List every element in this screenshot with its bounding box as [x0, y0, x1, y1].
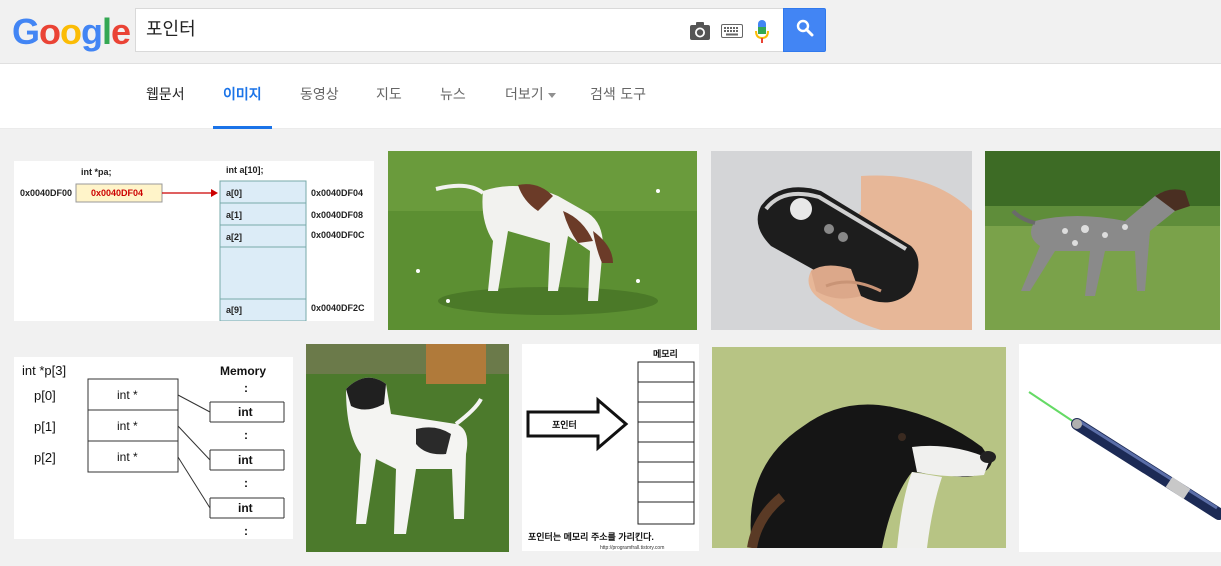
logo-letter: o [60, 11, 82, 52]
source-url: http://programfrall.tistory.com [600, 545, 664, 551]
row-label: p[1] [34, 419, 56, 434]
pa-value: 0x0040DF04 [91, 188, 143, 198]
array-cell: int * [117, 388, 138, 402]
mem-cell: int [238, 453, 253, 467]
search-tabs: 웹문서 이미지 동영상 지도 뉴스 더보기 검색 도구 [0, 64, 1221, 129]
tab-more-label: 더보기 [505, 87, 544, 103]
mem-cell: int [238, 501, 253, 515]
pa-address: 0x0040DF00 [20, 188, 72, 198]
dots: : [244, 428, 248, 442]
array-cell: a[0] [226, 188, 242, 198]
pointer-arrowhead [211, 189, 218, 197]
image-result-puppy[interactable] [306, 344, 509, 552]
array-address: 0x0040DF04 [311, 188, 363, 198]
array-cell: a[2] [226, 232, 242, 242]
image-result-presenter-remote[interactable] [711, 151, 972, 330]
tab-videos[interactable]: 동영상 [290, 64, 349, 129]
image-result-dog-head[interactable] [712, 347, 1006, 548]
header: Google 포인터 [0, 0, 1221, 64]
row-label: p[2] [34, 450, 56, 465]
search-button[interactable] [783, 8, 826, 52]
image-result-spotted-dog[interactable] [985, 151, 1220, 330]
memory-label: Memory [220, 364, 266, 378]
logo-letter: g [81, 11, 103, 52]
array-box [219, 180, 307, 321]
microphone-icon[interactable] [753, 19, 771, 45]
image-result-dog-field[interactable] [388, 151, 697, 330]
row-label: p[0] [34, 388, 56, 403]
tab-search-tools[interactable]: 검색 도구 [580, 64, 656, 129]
image-result-memory-diagram[interactable]: 메모리 포인터 포인터는 메모리 주소를 가리킨다. http://progra… [522, 344, 699, 551]
array-label: int a[10]; [226, 165, 264, 175]
image-result-pointer-diagram[interactable]: int *pa; 0x0040DF00 0x0040DF04 int a[10]… [14, 161, 374, 321]
arrow-label: 포인터 [552, 419, 577, 430]
diagram-title: int *p[3] [22, 363, 66, 378]
image-results-grid: int *pa; 0x0040DF00 0x0040DF04 int a[10]… [0, 130, 1221, 566]
image-result-pointer-array-diagram[interactable]: int *p[3] Memory : p[0] p[1] p[2] int * … [14, 357, 293, 539]
logo-letter: l [102, 11, 112, 52]
array-cell: int * [117, 419, 138, 433]
camera-icon[interactable] [689, 20, 711, 42]
image-result-laser-pen[interactable] [1019, 344, 1221, 552]
array-cell: a[9] [226, 305, 242, 315]
dots: : [244, 381, 248, 395]
array-address: 0x0040DF0C [311, 230, 365, 240]
array-address: 0x0040DF08 [311, 210, 363, 220]
tab-maps[interactable]: 지도 [366, 64, 412, 129]
tab-more[interactable]: 더보기 [495, 64, 566, 129]
search-query[interactable]: 포인터 [146, 19, 196, 41]
logo-letter: e [111, 11, 131, 52]
pa-label: int *pa; [81, 167, 112, 177]
memory-label: 메모리 [653, 348, 678, 359]
tab-news[interactable]: 뉴스 [430, 64, 476, 129]
array-cell: a[1] [226, 210, 242, 220]
array-address: 0x0040DF2C [311, 303, 365, 313]
tab-web[interactable]: 웹문서 [136, 64, 195, 129]
search-icon [796, 19, 814, 41]
logo-letter: G [12, 11, 40, 52]
logo-letter: o [39, 11, 61, 52]
pointer-arrow-shape [526, 396, 629, 452]
dots: : [244, 476, 248, 490]
array-cell: int * [117, 450, 138, 464]
tab-images[interactable]: 이미지 [213, 64, 272, 129]
caret-down-icon [547, 92, 556, 98]
search-input[interactable]: 포인터 [135, 8, 783, 52]
google-logo[interactable]: Google [12, 11, 131, 52]
mem-cell: int [238, 405, 253, 419]
dots: : [244, 524, 248, 538]
keyboard-icon[interactable] [721, 23, 743, 39]
caption: 포인터는 메모리 주소를 가리킨다. [528, 531, 654, 542]
